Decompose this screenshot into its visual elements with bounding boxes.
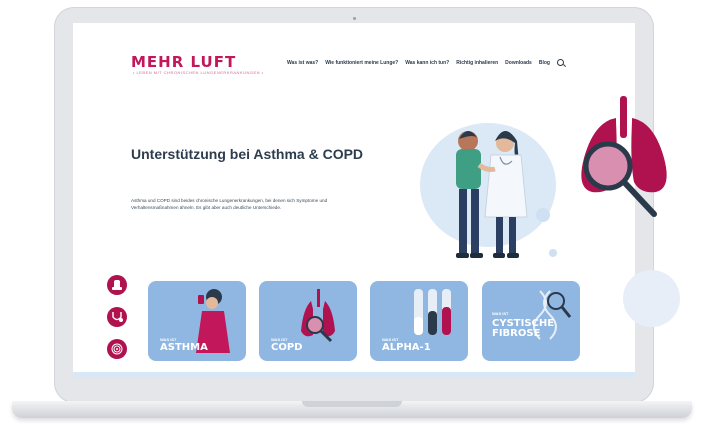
nav-item-lunge[interactable]: Wie funktioniert meine Lunge?: [325, 60, 398, 66]
site-logo[interactable]: MEHR LUFT: [131, 53, 236, 71]
card-alpha-1[interactable]: WAS IST ALPHA-1: [370, 281, 468, 361]
card-cf-title: CYSTISCHE FIBROSE: [492, 318, 555, 339]
decorative-bubble: [623, 270, 680, 327]
nav-item-downloads[interactable]: Downloads: [505, 60, 532, 66]
lungs-magnifier-icon: [581, 96, 667, 217]
nav-item-was-kann-ich-tun[interactable]: Was kann ich tun?: [405, 60, 449, 66]
nav-item-richtig-inhalieren[interactable]: Richtig inhalieren: [456, 60, 498, 66]
stethoscope-icon[interactable]: [107, 307, 127, 327]
fingerprint-icon[interactable]: [107, 339, 127, 359]
card-asthma-title: ASTHMA: [160, 342, 208, 353]
site-tagline: • LEBEN MIT CHRONISCHEN LUNGENERKRANKUNG…: [133, 70, 264, 75]
nav-item-was-ist-was[interactable]: Was ist was?: [287, 60, 318, 66]
search-icon[interactable]: [556, 59, 564, 66]
screen-bottom-strip: [73, 372, 635, 378]
nav-item-blog[interactable]: Blog: [539, 60, 550, 66]
card-copd[interactable]: WAS IST COPD: [259, 281, 357, 361]
laptop-screen: MEHR LUFT • LEBEN MIT CHRONISCHEN LUNGEN…: [73, 23, 635, 378]
card-cf-small: WAS IST: [492, 311, 509, 316]
hero-text: Asthma und COPD sind beides chronische L…: [131, 198, 328, 210]
laptop-camera: [353, 17, 356, 20]
card-alpha-1-title: ALPHA-1: [382, 342, 431, 353]
hero-title: Unterstützung bei Asthma & COPD: [131, 146, 364, 162]
main-nav: Was ist was? Wie funktioniert meine Lung…: [287, 59, 564, 66]
inhaler-icon[interactable]: [107, 275, 127, 295]
card-cystische-fibrose[interactable]: WAS IST CYSTISCHE FIBROSE: [482, 281, 580, 361]
card-copd-title: COPD: [271, 342, 303, 353]
laptop-base-notch: [302, 401, 402, 407]
card-asthma[interactable]: WAS IST ASTHMA: [148, 281, 246, 361]
stage: MEHR LUFT • LEBEN MIT CHRONISCHEN LUNGEN…: [0, 0, 704, 426]
